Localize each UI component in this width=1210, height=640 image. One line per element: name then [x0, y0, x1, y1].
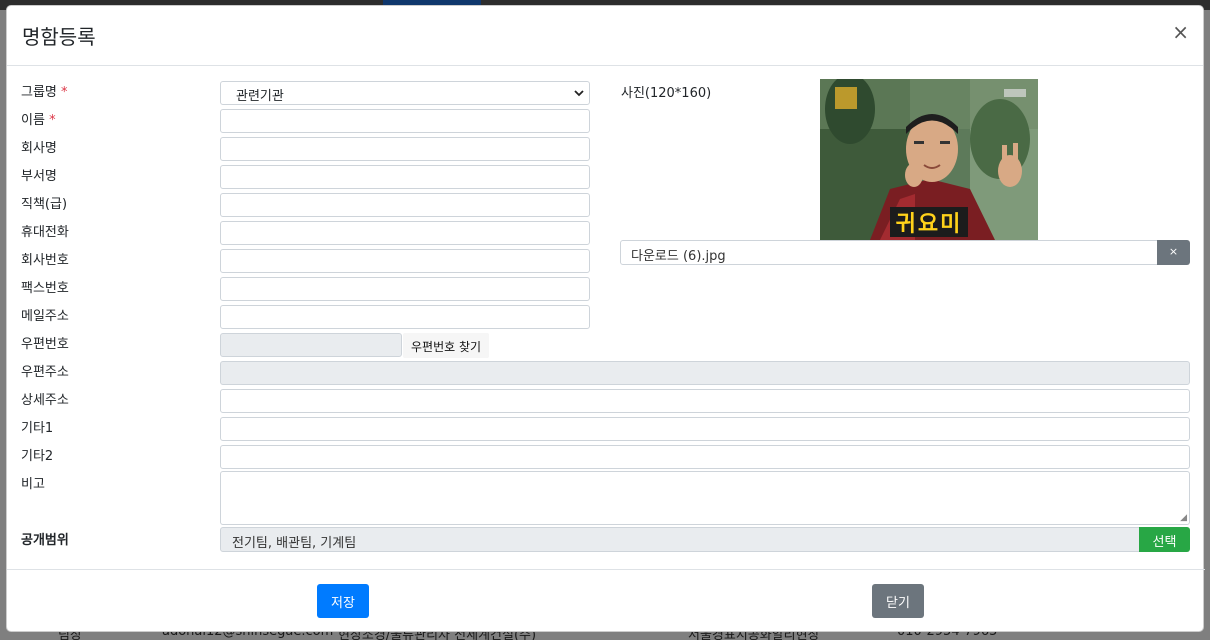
resize-grip-icon[interactable]: ◢: [1180, 514, 1187, 523]
label-department: 부서명: [21, 169, 57, 184]
required-mark: *: [61, 85, 68, 100]
save-button[interactable]: 저장: [317, 584, 369, 618]
label-fax: 팩스번호: [21, 281, 69, 296]
label-email: 메일주소: [21, 309, 69, 324]
mobile-input[interactable]: [220, 221, 590, 245]
label-name: 이름 *: [21, 113, 56, 128]
label-postcode: 우편번호: [21, 337, 69, 352]
scope-select-button[interactable]: 선택: [1139, 527, 1190, 552]
address-input[interactable]: [220, 361, 1190, 385]
modal-header: 명함등록 ×: [7, 6, 1203, 66]
etc1-input[interactable]: [220, 417, 1190, 441]
label-position: 직책(급): [21, 197, 68, 212]
label-address: 우편주소: [21, 365, 69, 380]
label-memo: 비고: [21, 477, 45, 492]
label-etc1: 기타1: [21, 421, 54, 436]
company-input[interactable]: [220, 137, 590, 161]
postcode-input[interactable]: [220, 333, 402, 357]
required-mark: *: [49, 113, 56, 128]
address-detail-input[interactable]: [220, 389, 1190, 413]
business-card-modal: 명함등록 × 그룹명 * 이름 * 회사명 부서명 직책(급) 휴대전화 회사번…: [6, 5, 1205, 632]
group-select-value: 관련기관: [236, 89, 284, 104]
modal-title: 명함등록: [22, 25, 96, 49]
department-input[interactable]: [220, 165, 590, 189]
photo-caption: 귀요미: [895, 212, 963, 237]
close-button[interactable]: 닫기: [872, 584, 924, 618]
name-input[interactable]: [220, 109, 590, 133]
find-postcode-button[interactable]: 우편번호 찾기: [403, 333, 490, 358]
scope-field[interactable]: 전기팀, 배관팀, 기계팀: [220, 527, 1140, 552]
label-office-phone: 회사번호: [21, 253, 69, 268]
clear-file-button[interactable]: ×: [1157, 240, 1190, 265]
email-input[interactable]: [220, 305, 590, 329]
label-address-detail: 상세주소: [21, 393, 69, 408]
label-mobile: 휴대전화: [21, 225, 69, 240]
fax-input[interactable]: [220, 277, 590, 301]
office-phone-input[interactable]: [220, 249, 590, 273]
chevron-down-icon: [573, 83, 585, 106]
close-icon[interactable]: ×: [1172, 20, 1189, 44]
label-group: 그룹명 *: [21, 85, 68, 100]
label-scope: 공개범위: [21, 533, 69, 548]
photo-label: 사진(120*160): [621, 86, 712, 101]
label-etc2: 기타2: [21, 449, 54, 464]
group-select[interactable]: 관련기관: [220, 81, 590, 105]
profile-photo: 귀요미: [820, 79, 1038, 240]
photo-file-field[interactable]: 다운로드 (6).jpg: [620, 240, 1158, 265]
position-input[interactable]: [220, 193, 590, 217]
memo-textarea[interactable]: ◢: [220, 471, 1190, 525]
label-company: 회사명: [21, 141, 57, 156]
etc2-input[interactable]: [220, 445, 1190, 469]
modal-footer-divider: [7, 569, 1205, 570]
